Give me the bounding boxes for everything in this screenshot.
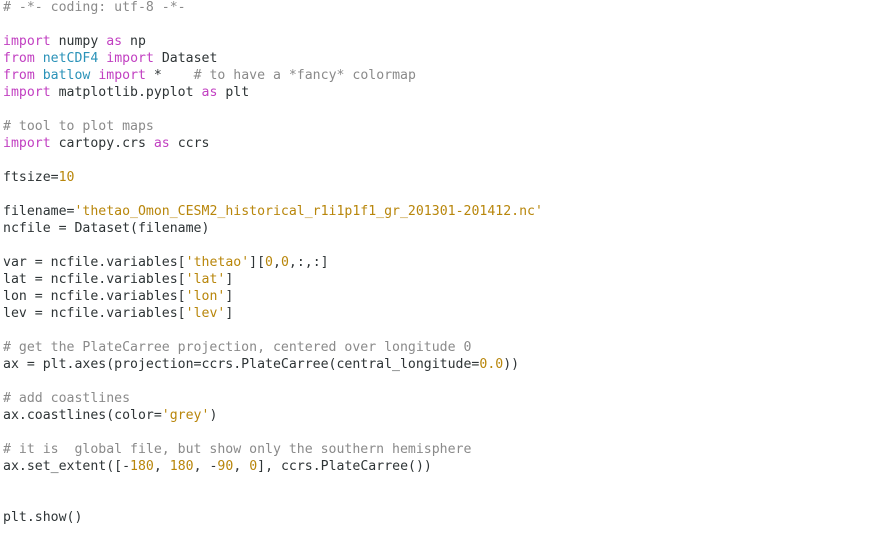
code-line[interactable]: lon = ncfile.variables['lon']: [3, 288, 543, 305]
code-text-area[interactable]: # -*- coding: utf-8 -*-​import numpy as …: [3, 0, 543, 526]
code-line[interactable]: ​: [3, 152, 543, 169]
code-token-plain: lat = ncfile.variables[: [3, 272, 186, 287]
code-line[interactable]: ​: [3, 373, 543, 390]
code-token-comment: # tool to plot maps: [3, 119, 154, 134]
code-token-plain: ]: [225, 272, 234, 287]
code-line[interactable]: lev = ncfile.variables['lev']: [3, 305, 543, 322]
code-token-plain: ax.coastlines(color=: [3, 408, 162, 423]
code-token-plain: Dataset: [153, 51, 218, 66]
code-line[interactable]: # -*- coding: utf-8 -*-: [3, 0, 543, 16]
code-line[interactable]: ​: [3, 322, 543, 339]
code-token-plain: lev = ncfile.variables[: [3, 306, 186, 321]
code-line[interactable]: ax.set_extent([-180, 180, -90, 0], ccrs.…: [3, 458, 543, 475]
code-line[interactable]: # add coastlines: [3, 390, 543, 407]
code-line[interactable]: var = ncfile.variables['thetao'][0,0,:,:…: [3, 254, 543, 271]
code-token-plain: ]: [225, 306, 234, 321]
code-token-keyword: from: [3, 51, 35, 66]
code-token-plain: matplotlib.pyplot: [50, 85, 202, 100]
code-editor[interactable]: # -*- coding: utf-8 -*-​import numpy as …: [0, 0, 879, 559]
code-token-plain: ,: [233, 459, 250, 474]
code-token-number: 0: [249, 459, 258, 474]
code-line[interactable]: ​: [3, 475, 543, 492]
code-token-comment: # to have a *fancy* colormap: [193, 68, 416, 83]
code-line[interactable]: ​: [3, 237, 543, 254]
code-token-keyword: as: [106, 34, 123, 49]
code-token-string: 'thetao': [185, 255, 250, 270]
code-token-number: 10: [58, 170, 75, 185]
code-line[interactable]: ​: [3, 492, 543, 509]
code-line[interactable]: import numpy as np: [3, 33, 543, 50]
code-token-plain: ccrs: [169, 136, 210, 151]
code-line[interactable]: plt.show(): [3, 509, 543, 526]
code-line[interactable]: import cartopy.crs as ccrs: [3, 135, 543, 152]
code-token-comment: # get the PlateCarree projection, center…: [3, 340, 472, 355]
code-line[interactable]: ​: [3, 101, 543, 118]
code-token-string: 'lev': [185, 306, 226, 321]
code-token-keyword: from: [3, 68, 35, 83]
code-token-plain: ,: [273, 255, 281, 270]
code-token-plain: , -: [193, 459, 218, 474]
code-token-plain: ][: [249, 255, 266, 270]
code-line[interactable]: from batlow import * # to have a *fancy*…: [3, 67, 543, 84]
code-token-plain: plt.show(): [3, 510, 83, 525]
code-token-comment: # -*- coding: utf-8 -*-: [3, 0, 186, 15]
code-token-comment: # add coastlines: [3, 391, 131, 406]
code-token-plain: filename=: [3, 204, 75, 219]
code-token-number: 0: [280, 255, 289, 270]
code-token-string: 'thetao_Omon_CESM2_historical_r1i1p1f1_g…: [74, 204, 543, 219]
code-token-number: 90: [217, 459, 234, 474]
code-token-keyword: import: [3, 136, 51, 151]
code-token-keyword: import: [3, 85, 51, 100]
code-token-plain: ,: [153, 459, 170, 474]
code-line[interactable]: ​: [3, 16, 543, 33]
code-token-comment: # it is global file, but show only the s…: [3, 442, 472, 457]
code-line[interactable]: # tool to plot maps: [3, 118, 543, 135]
code-token-keyword: as: [153, 136, 170, 151]
code-line[interactable]: ​: [3, 424, 543, 441]
code-line[interactable]: # it is global file, but show only the s…: [3, 441, 543, 458]
code-token-plain: lon = ncfile.variables[: [3, 289, 186, 304]
code-token-plain: np: [122, 34, 146, 49]
code-line[interactable]: # get the PlateCarree projection, center…: [3, 339, 543, 356]
code-token-plain: )): [503, 357, 520, 372]
code-token-keyword: as: [201, 85, 218, 100]
code-token-number: 180: [130, 459, 154, 474]
code-token-module: batlow: [42, 68, 91, 83]
code-token-plain: ax = plt.axes(projection=ccrs.PlateCarre…: [3, 357, 480, 372]
code-token-plain: numpy: [50, 34, 107, 49]
code-token-keyword: import: [3, 34, 51, 49]
code-line[interactable]: ax.coastlines(color='grey'): [3, 407, 543, 424]
code-token-plain: ncfile = Dataset(filename): [3, 221, 210, 236]
code-token-plain: ax.set_extent([-: [3, 459, 131, 474]
code-token-plain: ]: [225, 289, 234, 304]
code-token-number: 0: [265, 255, 273, 270]
code-line[interactable]: ncfile = Dataset(filename): [3, 220, 543, 237]
code-token-string: 'grey': [161, 408, 210, 423]
code-token-number: 0.0: [479, 357, 504, 372]
code-line[interactable]: lat = ncfile.variables['lat']: [3, 271, 543, 288]
code-token-plain: var = ncfile.variables[: [3, 255, 186, 270]
code-token-number: 180: [169, 459, 194, 474]
code-line[interactable]: ​: [3, 186, 543, 203]
code-line[interactable]: ax = plt.axes(projection=ccrs.PlateCarre…: [3, 356, 543, 373]
code-line[interactable]: import matplotlib.pyplot as plt: [3, 84, 543, 101]
code-line[interactable]: ftsize=10: [3, 169, 543, 186]
code-token-string: 'lat': [185, 272, 226, 287]
code-token-keyword: import: [106, 51, 154, 66]
code-token-module: netCDF4: [42, 51, 99, 66]
code-token-plain: ftsize=: [3, 170, 59, 185]
code-token-plain: plt: [217, 85, 250, 100]
code-token-plain: ,:,:]: [288, 255, 329, 270]
code-token-plain: cartopy.crs: [50, 136, 154, 151]
code-token-plain: *: [145, 68, 194, 83]
code-line[interactable]: from netCDF4 import Dataset: [3, 50, 543, 67]
code-token-string: 'lon': [185, 289, 226, 304]
code-line[interactable]: filename='thetao_Omon_CESM2_historical_r…: [3, 203, 543, 220]
code-token-plain: ): [209, 408, 218, 423]
code-token-plain: ], ccrs.PlateCarree()): [257, 459, 432, 474]
code-token-keyword: import: [98, 68, 146, 83]
